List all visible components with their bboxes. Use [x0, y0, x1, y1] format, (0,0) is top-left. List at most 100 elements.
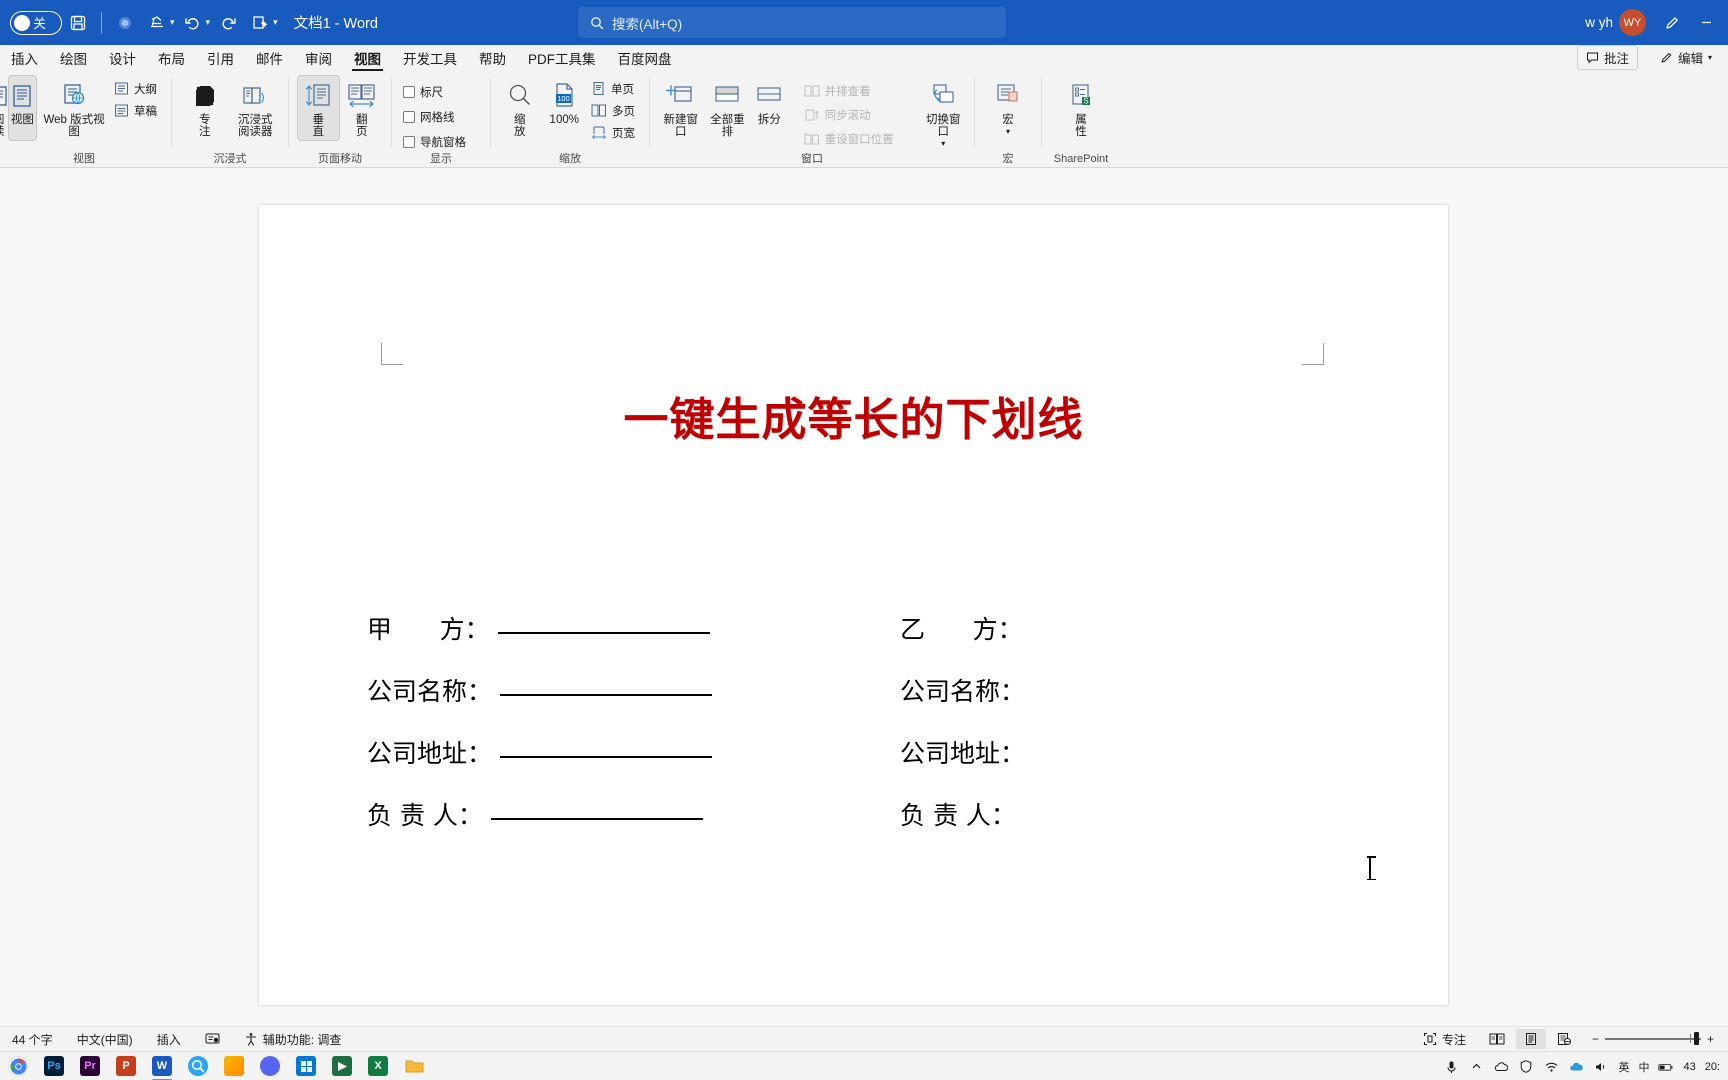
gridlines-checkbox[interactable]: 网格线 [400, 106, 472, 127]
document-area[interactable]: 一键生成等长的下划线 甲 方： 乙 方： 公司名称： 公司名称： 公司地址： 公… [0, 168, 1728, 1026]
autosave-toggle[interactable]: 关 [10, 10, 62, 35]
accessibility-status[interactable]: 辅助功能: 调查 [232, 1031, 354, 1048]
document-page[interactable]: 一键生成等长的下划线 甲 方： 乙 方： 公司名称： 公司名称： 公司地址： 公… [259, 205, 1448, 1005]
navigation-pane-checkbox[interactable]: 导航窗格 [400, 131, 472, 152]
save-icon[interactable] [62, 7, 94, 39]
taskbar-app-photoshop[interactable]: Ps [36, 1053, 72, 1080]
zoom-in-button[interactable]: + [1707, 1032, 1714, 1046]
tab-6[interactable]: 审阅 [294, 47, 343, 72]
battery-icon[interactable] [1658, 1061, 1674, 1073]
record-icon[interactable] [109, 7, 141, 39]
tab-10[interactable]: PDF工具集 [517, 47, 607, 72]
print-layout-button[interactable]: 视图 [7, 75, 38, 141]
microphone-icon[interactable] [1443, 1060, 1459, 1074]
split-button[interactable]: 拆分 [751, 75, 787, 141]
zoom-thumb[interactable] [1693, 1032, 1699, 1046]
taskbar-app-chrome[interactable] [0, 1053, 36, 1080]
chevron-up-icon[interactable] [1468, 1061, 1484, 1072]
taskbar-app-store[interactable] [288, 1053, 324, 1080]
tab-11[interactable]: 百度网盘 [607, 47, 683, 72]
taskbar-app-folder[interactable] [396, 1053, 432, 1080]
page-width-button[interactable]: 页宽 [588, 122, 641, 143]
undo-caret-icon[interactable]: ▾ [206, 17, 211, 28]
tab-view[interactable]: 视图 [343, 47, 392, 72]
switch-windows-button[interactable]: 切换窗口 ▾ [920, 75, 966, 150]
focus-mode-button[interactable]: 专注 [1411, 1031, 1478, 1048]
ruler-checkbox[interactable]: 标尺 [400, 81, 472, 102]
taskbar-app-media[interactable] [324, 1053, 360, 1080]
reset-window-position-icon [804, 132, 820, 146]
read-mode-view-button[interactable] [1482, 1029, 1512, 1049]
onedrive-icon[interactable] [1493, 1061, 1509, 1073]
tab-3[interactable]: 布局 [147, 47, 196, 72]
ribbon-group-zoom: 缩放 100 100% 单页 多页 页宽 缩放 [494, 72, 646, 167]
taskbar-app-discord[interactable] [252, 1053, 288, 1080]
properties-button[interactable]: S 属性 [1060, 75, 1102, 141]
chevron-down-icon[interactable]: ▾ [941, 140, 945, 148]
touch-mode-caret-icon[interactable]: ▾ [170, 17, 175, 28]
ime-language-label[interactable]: 英 [1618, 1059, 1629, 1075]
zoom-button[interactable]: 缩放 [499, 75, 541, 141]
tab-0[interactable]: 插入 [0, 47, 49, 72]
taskbar-app-excel[interactable]: X [360, 1053, 396, 1080]
outline-button[interactable]: 大纲 [111, 78, 163, 99]
avatar[interactable]: WY [1619, 9, 1646, 36]
paste-icon[interactable] [244, 7, 276, 39]
user-name[interactable]: w yh [1585, 15, 1613, 30]
taskbar-app-word[interactable]: W [144, 1053, 180, 1080]
chevron-down-icon[interactable]: ▾ [1006, 128, 1010, 136]
side-to-side-button[interactable]: 翻页 [341, 75, 384, 141]
language-indicator[interactable]: 中文(中国) [65, 1031, 145, 1048]
taskbar-app-file-explorer[interactable] [216, 1053, 252, 1080]
form-field-company-name-right: 公司名称： [900, 672, 1025, 708]
draft-button[interactable]: 草稿 [111, 100, 163, 121]
taskbar-app-premiere[interactable]: Pr [72, 1053, 108, 1080]
zoom-slider[interactable]: − + [1592, 1032, 1714, 1046]
one-page-button[interactable]: 单页 [588, 78, 641, 99]
shield-icon[interactable] [1518, 1060, 1534, 1073]
tab-9[interactable]: 帮助 [468, 47, 517, 72]
web-layout-button[interactable]: Web 版式视图 [38, 75, 110, 141]
minimize-icon[interactable] [1690, 7, 1722, 39]
customize-quick-access-icon[interactable]: ▾ [273, 17, 278, 28]
focus-button[interactable]: 专注 [180, 75, 230, 141]
word-count[interactable]: 44 个字 [0, 1031, 65, 1048]
group-label-window: 窗口 [801, 153, 823, 165]
web-layout-view-button[interactable] [1550, 1029, 1580, 1049]
immersive-reader-button[interactable]: 沉浸式 阅读器 [231, 75, 281, 141]
clock[interactable]: 20: [1705, 1061, 1720, 1073]
zoom-track[interactable] [1604, 1032, 1701, 1046]
proofing-icon[interactable] [193, 1032, 232, 1046]
tab-1[interactable]: 绘图 [49, 47, 98, 72]
search-box[interactable]: 搜索(Alt+Q) [578, 7, 1006, 38]
volume-icon[interactable] [1593, 1061, 1609, 1073]
taskbar-app-powerpoint[interactable]: P [108, 1053, 144, 1080]
touch-mode-icon[interactable] [141, 7, 173, 39]
zoom-out-button[interactable]: − [1592, 1032, 1599, 1046]
battery-label: 43 [1683, 1060, 1696, 1073]
pen-icon[interactable] [1656, 7, 1688, 39]
insert-mode[interactable]: 插入 [145, 1031, 193, 1048]
chevron-down-icon: ▾ [1707, 53, 1712, 62]
zoom-100-button[interactable]: 100 100% [542, 75, 587, 141]
redo-icon[interactable] [212, 7, 244, 39]
ime-mode-label[interactable]: 中 [1638, 1059, 1649, 1075]
tab-8[interactable]: 开发工具 [392, 47, 468, 72]
network-icon[interactable] [1543, 1061, 1559, 1073]
new-window-button[interactable]: 新建窗口 [658, 75, 704, 141]
multiple-pages-button[interactable]: 多页 [588, 100, 641, 121]
print-layout-view-button[interactable] [1515, 1029, 1546, 1049]
vertical-scroll-button[interactable]: 垂直 [297, 75, 340, 142]
comments-button[interactable]: 批注 [1576, 45, 1638, 70]
form-row-company-address: 公司地址： 公司地址： [367, 734, 1367, 796]
taskbar-app-wechat-search[interactable] [180, 1053, 216, 1080]
margin-marker-top-right [1302, 343, 1324, 365]
editing-mode-button[interactable]: 编辑 ▾ [1651, 46, 1720, 69]
undo-icon[interactable] [177, 7, 209, 39]
arrange-all-button[interactable]: 全部重排 [705, 75, 751, 141]
macros-button[interactable]: 宏 ▾ [984, 75, 1032, 141]
tab-2[interactable]: 设计 [98, 47, 147, 72]
cloud-icon[interactable] [1568, 1061, 1584, 1073]
tab-4[interactable]: 引用 [196, 47, 245, 72]
tab-5[interactable]: 邮件 [245, 47, 294, 72]
